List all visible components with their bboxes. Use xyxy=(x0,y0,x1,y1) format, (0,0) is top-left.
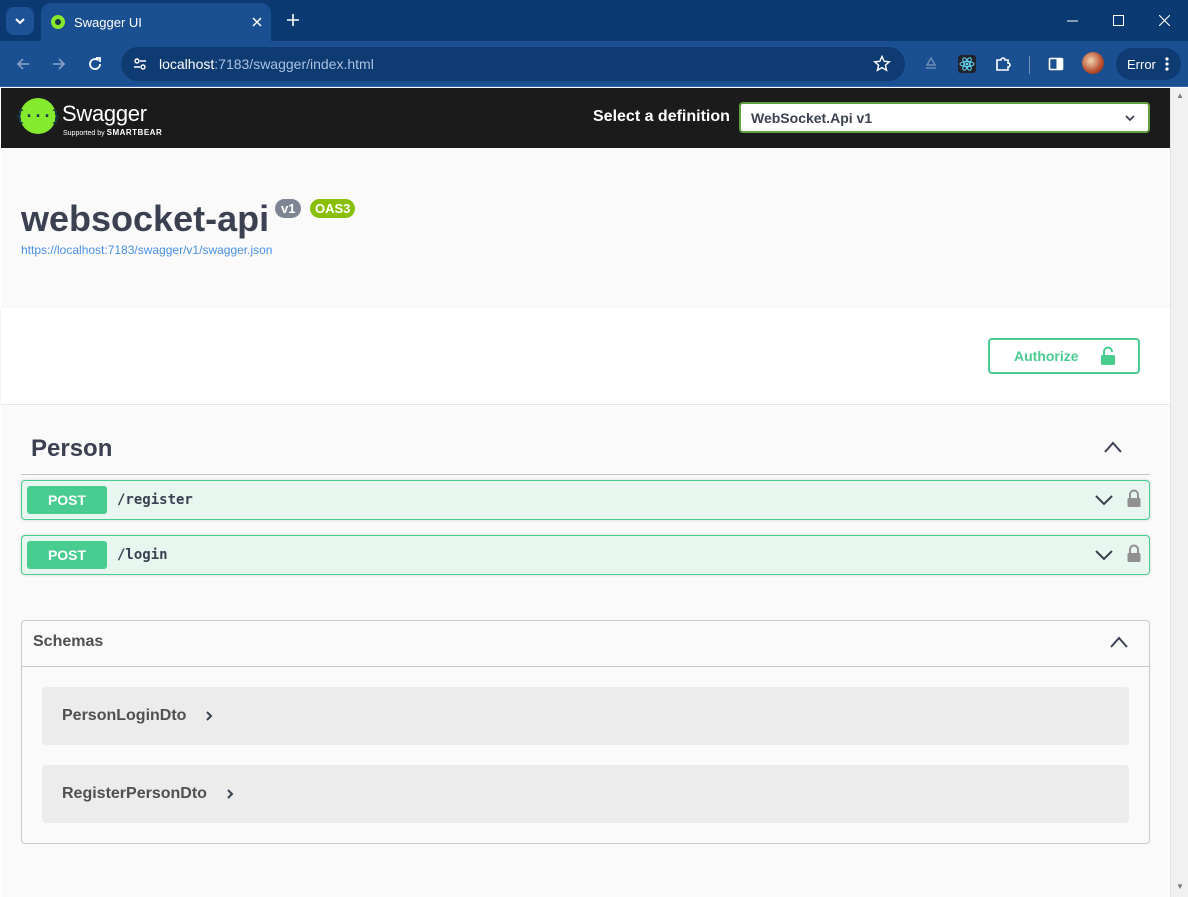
tune-icon xyxy=(134,58,146,70)
schemas-header[interactable]: Schemas xyxy=(22,621,1149,667)
tab-close-button[interactable] xyxy=(243,14,271,31)
react-icon xyxy=(958,55,976,73)
star-icon xyxy=(873,54,891,72)
model-person-login-dto[interactable]: PersonLoginDto xyxy=(42,687,1129,745)
swagger-brand: Swagger xyxy=(62,101,147,126)
swagger-brand-sub: Supported by SMARTBEAR xyxy=(63,128,162,137)
lock-icon[interactable] xyxy=(1126,489,1142,509)
side-panel-icon xyxy=(1048,57,1064,71)
maximize-button[interactable] xyxy=(1095,0,1141,41)
operation-path: /register xyxy=(117,492,193,508)
page-scrollbar[interactable]: ▲ ▼ xyxy=(1170,88,1188,897)
lock-icon[interactable] xyxy=(1126,544,1142,564)
browser-tab-strip: Swagger UI xyxy=(0,0,1188,41)
profile-avatar[interactable] xyxy=(1082,52,1104,74)
chevron-right-icon[interactable] xyxy=(225,788,235,800)
swagger-topbar: {···} Swagger Supported by SMARTBEAR Sel… xyxy=(1,88,1170,148)
url-text: localhost:7183/swagger/index.html xyxy=(159,56,374,72)
definition-selected-value: WebSocket.Api v1 xyxy=(751,109,873,126)
address-bar[interactable]: localhost:7183/swagger/index.html xyxy=(121,47,905,81)
operations-section: Person POST /register POST /login Schema… xyxy=(1,405,1170,897)
forward-button[interactable] xyxy=(47,52,71,76)
reload-button[interactable] xyxy=(83,52,107,76)
minimize-icon xyxy=(1066,20,1078,22)
brand-sub-company: SMARTBEAR xyxy=(106,128,163,137)
swagger-favicon-icon xyxy=(51,15,65,29)
operation-login[interactable]: POST /login xyxy=(21,535,1150,575)
site-info-button[interactable] xyxy=(129,53,151,75)
chevron-down-icon[interactable] xyxy=(1094,493,1114,507)
authorize-button[interactable]: Authorize xyxy=(988,338,1140,374)
tag-divider xyxy=(21,474,1150,475)
extension-recycle-button[interactable] xyxy=(919,52,943,76)
oas-badge: OAS3 xyxy=(310,199,356,218)
api-title: websocket-api xyxy=(21,198,270,239)
chevron-down-icon[interactable] xyxy=(1094,548,1114,562)
back-button[interactable] xyxy=(11,52,35,76)
profile-error-label: Error xyxy=(1127,56,1156,72)
version-badge: v1 xyxy=(275,199,302,218)
profile-error-button[interactable]: Error xyxy=(1116,48,1181,80)
active-tab[interactable]: Swagger UI xyxy=(41,3,271,41)
extensions-button[interactable] xyxy=(991,52,1015,76)
window-close-button[interactable] xyxy=(1141,0,1187,41)
reload-icon xyxy=(89,57,101,70)
extension-react-button[interactable] xyxy=(955,52,979,76)
spec-json-link[interactable]: https://localhost:7183/swagger/v1/swagge… xyxy=(21,243,272,257)
maximize-icon xyxy=(1112,15,1124,26)
schemas-title: Schemas xyxy=(33,633,104,650)
chevron-up-icon[interactable] xyxy=(1109,635,1129,649)
window-close-icon xyxy=(1158,15,1170,26)
scroll-down-arrow[interactable]: ▼ xyxy=(1176,882,1184,891)
authorize-label: Authorize xyxy=(1014,348,1079,364)
method-badge: POST xyxy=(27,486,107,514)
bookmark-button[interactable] xyxy=(873,54,891,78)
swagger-logo-icon[interactable]: {···} xyxy=(15,98,61,134)
brand-sub-prefix: Supported by xyxy=(63,130,105,137)
new-tab-button[interactable] xyxy=(281,8,305,32)
side-panel-button[interactable] xyxy=(1044,52,1068,76)
forward-arrow-icon xyxy=(53,58,66,70)
more-vertical-icon xyxy=(1165,57,1169,71)
chevron-right-icon[interactable] xyxy=(204,710,214,722)
operation-path: /login xyxy=(117,547,168,563)
api-info: websocket-api v1 OAS3 https://localhost:… xyxy=(1,148,1170,308)
recycle-icon xyxy=(925,56,937,69)
url-path: :7183/swagger/index.html xyxy=(214,56,374,72)
back-arrow-icon xyxy=(16,58,29,70)
tab-title: Swagger UI xyxy=(74,14,142,30)
url-host: localhost xyxy=(159,56,215,72)
operation-register[interactable]: POST /register xyxy=(21,480,1150,520)
browser-toolbar: localhost:7183/swagger/index.html Error xyxy=(0,41,1188,87)
definition-select[interactable]: WebSocket.Api v1 xyxy=(739,102,1150,133)
method-badge: POST xyxy=(27,541,107,569)
model-name: RegisterPersonDto xyxy=(62,785,207,802)
chevron-down-icon xyxy=(1125,115,1135,122)
schemas-section: Schemas PersonLoginDto RegisterPersonDto xyxy=(21,620,1150,844)
tab-search-button[interactable] xyxy=(6,7,34,35)
model-name: PersonLoginDto xyxy=(62,707,187,724)
unlocked-lock-icon xyxy=(1101,346,1115,365)
minimize-button[interactable] xyxy=(1049,0,1095,41)
chevron-up-icon[interactable] xyxy=(1103,440,1123,454)
puzzle-icon xyxy=(996,57,1011,71)
close-icon xyxy=(252,16,262,27)
scheme-container: Authorize xyxy=(1,308,1170,404)
plus-icon xyxy=(287,14,299,26)
tag-title[interactable]: Person xyxy=(31,435,112,463)
toolbar-divider xyxy=(1029,56,1030,74)
model-register-person-dto[interactable]: RegisterPersonDto xyxy=(42,765,1129,823)
scroll-up-arrow[interactable]: ▲ xyxy=(1176,91,1184,100)
definition-label: Select a definition xyxy=(593,108,730,125)
chevron-down-icon xyxy=(15,18,25,25)
